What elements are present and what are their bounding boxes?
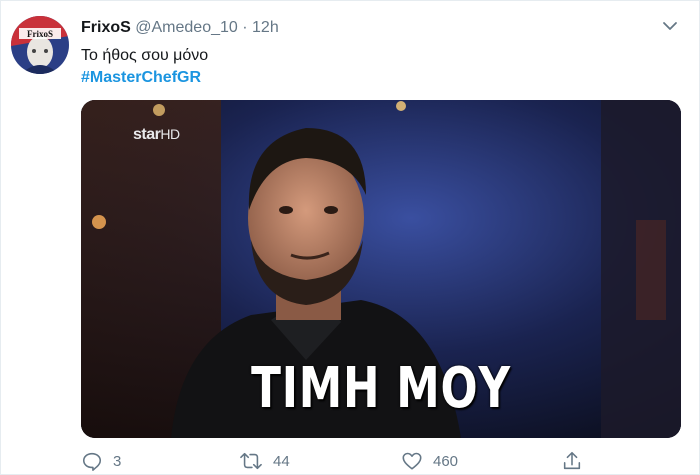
chevron-down-icon[interactable] <box>661 17 679 35</box>
share-icon <box>563 451 581 470</box>
reply-icon <box>82 452 102 471</box>
tweet-card[interactable]: FrixoS FrixoS @Amedeo_10 · 12h Το ήθος σ… <box>0 0 700 475</box>
retweet-button[interactable]: 44 <box>239 449 290 473</box>
channel-logo: starHD <box>133 126 180 143</box>
hashtag-link[interactable]: #MasterChefGR <box>81 69 201 87</box>
separator-dot: · <box>242 19 248 36</box>
tweet-text: Το ήθος σου μόνο <box>81 47 209 64</box>
tweet-media-image[interactable]: starHD ΤΙΜΗ ΜΟΥ <box>81 100 681 438</box>
share-button[interactable] <box>561 449 593 473</box>
media-caption: ΤΙΜΗ ΜΟΥ <box>251 356 511 421</box>
reply-button[interactable]: 3 <box>81 449 121 473</box>
timestamp[interactable]: 12h <box>252 19 279 36</box>
author-handle[interactable]: @Amedeo_10 <box>135 19 238 36</box>
reply-count: 3 <box>113 452 122 470</box>
avatar[interactable]: FrixoS <box>11 16 69 74</box>
like-count: 460 <box>433 452 459 470</box>
retweet-count: 44 <box>273 452 290 470</box>
tweet-actions: 3 44 460 <box>81 449 681 473</box>
heart-icon <box>402 452 422 470</box>
avatar-label: FrixoS <box>27 29 53 39</box>
author-name[interactable]: FrixoS <box>81 19 131 36</box>
like-button[interactable]: 460 <box>401 449 458 473</box>
tweet-header: FrixoS @Amedeo_10 · 12h <box>81 19 279 37</box>
retweet-icon <box>240 452 262 470</box>
